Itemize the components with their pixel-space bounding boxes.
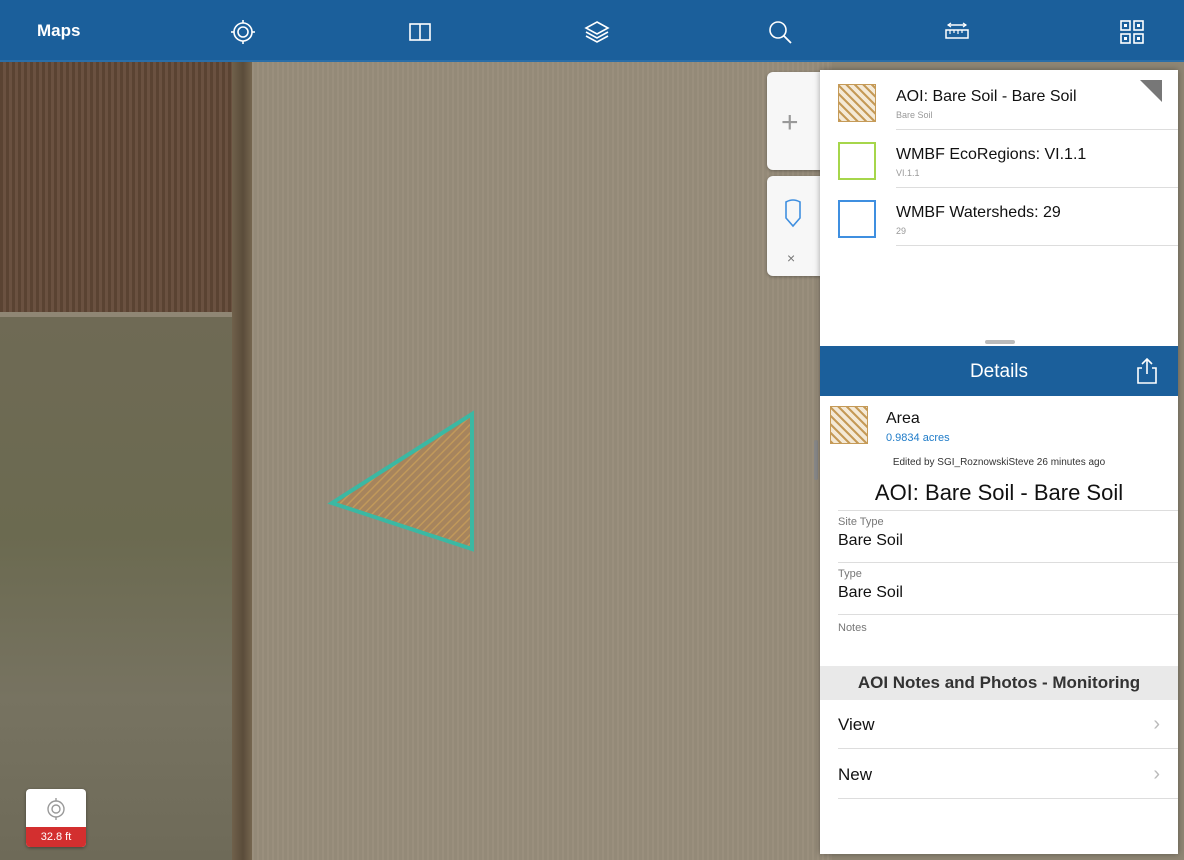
plus-icon: + — [781, 106, 799, 139]
green-swatch-icon — [838, 142, 876, 180]
field-label: Site Type — [838, 516, 884, 528]
area-summary: Area 0.9834 acres — [820, 400, 1178, 460]
feature-title: AOI: Bare Soil - Bare Soil — [874, 480, 1124, 505]
gps-icon[interactable] — [228, 17, 258, 47]
aoi-polygon — [327, 410, 474, 552]
section-title: AOI Notes and Photos - Monitoring — [857, 673, 1141, 692]
measure-icon[interactable] — [942, 17, 972, 47]
hatch-swatch-icon — [838, 84, 876, 122]
field-site-type: Site Type Bare Soil — [838, 516, 1178, 568]
new-row[interactable]: New › — [820, 750, 1178, 800]
area-label: Area — [886, 410, 920, 427]
layer-result-ecoregions[interactable]: WMBF EcoRegions: VI.1.1 VI.1.1 — [820, 130, 1178, 188]
panel-resize-handle[interactable] — [814, 440, 818, 480]
map-book-icon[interactable] — [405, 17, 435, 47]
area-value: 0.9834 acres — [886, 432, 950, 444]
search-icon[interactable] — [765, 17, 795, 47]
field-label: Type — [838, 568, 862, 580]
field-value: Bare Soil — [838, 532, 903, 549]
aoi-polygon-layer — [327, 410, 474, 552]
share-icon[interactable] — [1134, 357, 1160, 385]
chevron-right-icon: › — [1153, 713, 1160, 735]
layer-name: WMBF Watersheds: 29 — [896, 204, 1061, 221]
details-header: Details — [820, 346, 1178, 396]
row-label: New — [838, 765, 873, 784]
scale-label: 32.8 ft — [26, 827, 86, 847]
app-title[interactable]: Maps — [37, 21, 80, 41]
drawer-handle[interactable] — [985, 340, 1015, 344]
layer-result-aoi[interactable]: AOI: Bare Soil - Bare Soil Bare Soil — [820, 72, 1178, 130]
layer-result-watersheds[interactable]: WMBF Watersheds: 29 29 — [820, 188, 1178, 246]
pin-tab[interactable]: × — [767, 176, 821, 276]
row-label: View — [838, 715, 875, 734]
qr-scan-icon[interactable] — [1117, 17, 1147, 47]
scale-locate-button[interactable]: 32.8 ft — [26, 789, 86, 847]
hatch-swatch-icon — [830, 406, 868, 444]
blue-swatch-icon — [838, 200, 876, 238]
chevron-right-icon: › — [1153, 763, 1160, 785]
layers-icon[interactable] — [582, 17, 612, 47]
pin-icon — [785, 199, 801, 228]
layer-name: WMBF EcoRegions: VI.1.1 — [896, 146, 1087, 163]
layer-sub: Bare Soil — [896, 110, 933, 120]
add-button[interactable]: + — [767, 72, 821, 170]
details-title: Details — [969, 361, 1029, 382]
edited-info: Edited by SGI_RoznowskiSteve 26 minutes … — [892, 457, 1106, 468]
top-toolbar: Maps — [0, 0, 1184, 62]
identify-panel: AOI: Bare Soil - Bare Soil Bare Soil WMB… — [820, 70, 1178, 854]
field-label: Notes — [838, 622, 867, 634]
related-section-header: AOI Notes and Photos - Monitoring — [820, 666, 1178, 700]
layer-sub: VI.1.1 — [896, 168, 920, 178]
field-value: Bare Soil — [838, 584, 903, 601]
close-icon[interactable]: × — [787, 250, 795, 266]
field-type: Type Bare Soil — [838, 568, 1178, 620]
layer-name: AOI: Bare Soil - Bare Soil — [896, 88, 1077, 105]
gps-icon — [47, 798, 65, 820]
view-row[interactable]: View › — [820, 700, 1178, 750]
layer-sub: 29 — [896, 226, 907, 236]
side-tabs: + × — [767, 72, 821, 276]
